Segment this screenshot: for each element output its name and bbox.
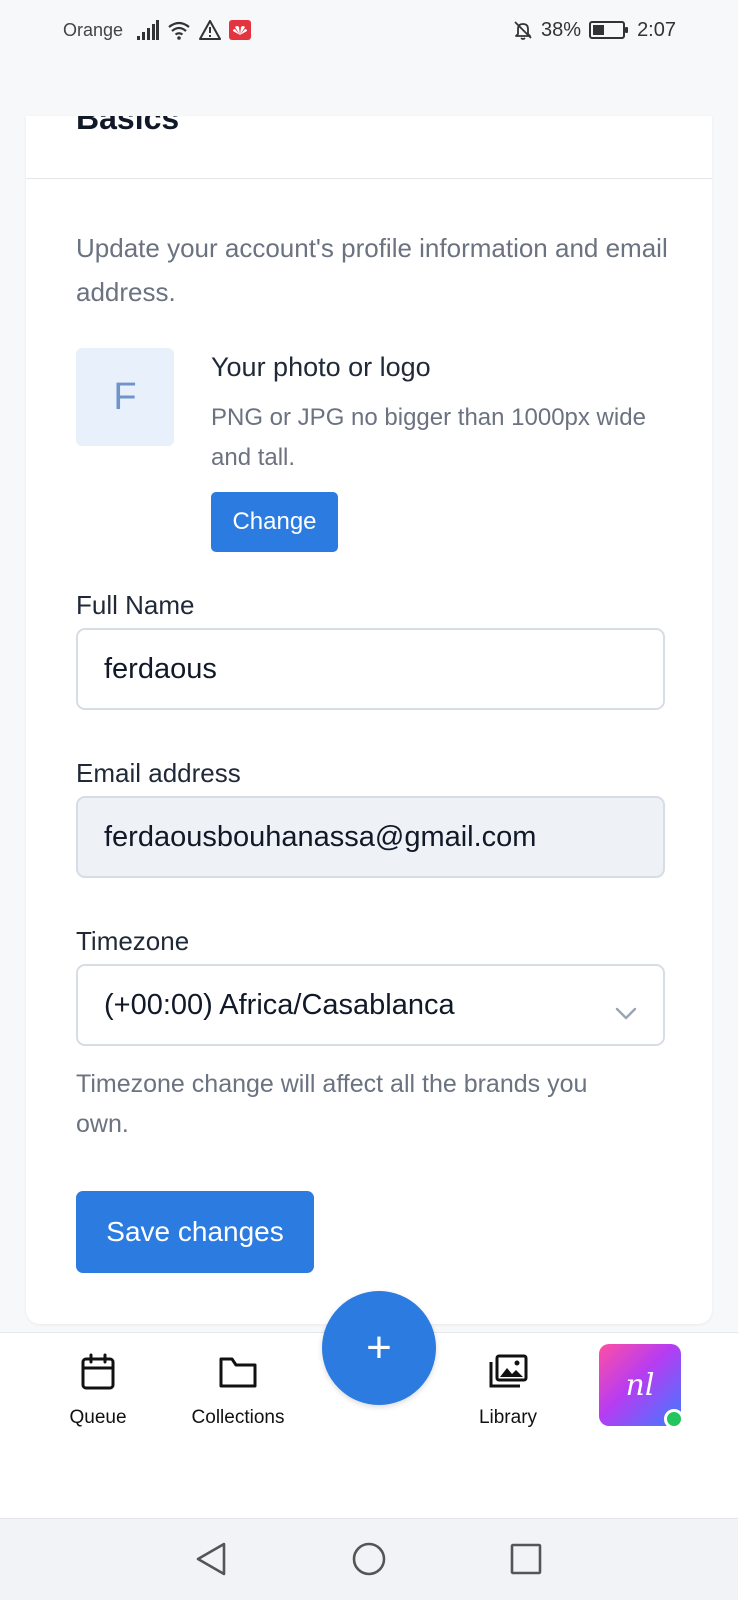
nav-library[interactable]: Library [438,1353,578,1429]
full-name-value: ferdaous [104,652,217,685]
system-nav-bar [0,1518,738,1600]
app-profile-avatar[interactable]: nl [599,1344,684,1429]
wifi-icon [167,20,191,40]
timezone-select[interactable]: (+00:00) Africa/Casablanca [76,964,665,1046]
timezone-label: Timezone [76,926,190,956]
section-description: Update your account's profile informatio… [76,233,668,307]
email-label: Email address [76,758,241,788]
calendar-icon [80,1353,116,1397]
nav-queue[interactable]: Queue [28,1353,168,1429]
change-photo-button[interactable]: Change [211,492,338,552]
back-icon[interactable] [194,1541,228,1582]
signal-icon [137,20,160,40]
email-field[interactable]: ferdaousbouhanassa@gmail.com [76,796,665,878]
nav-queue-label: Queue [69,1407,127,1428]
save-changes-button[interactable]: Save changes [76,1191,314,1273]
home-icon[interactable] [351,1541,387,1582]
huawei-icon [229,20,252,40]
add-post-button[interactable]: + [322,1291,436,1405]
warning-icon [199,20,222,40]
battery-icon [589,21,629,39]
mute-bell-icon [513,20,533,40]
battery-percent: 38% [541,18,582,41]
app-logo: nl [625,1367,655,1403]
status-bar: Orange 38% 2:07 [0,0,738,60]
profile-card: Basics Update your account's profile inf… [26,116,712,1324]
carrier-label: Orange [63,19,124,40]
nav-library-label: Library [478,1407,538,1428]
status-bar-right: 38% 2:07 [513,19,676,42]
divider [26,178,712,179]
nav-collections[interactable]: Collections [168,1353,308,1429]
avatar-letter: F [113,375,137,418]
folder-icon [218,1353,258,1397]
library-icon [487,1353,529,1397]
avatar: F [76,348,174,446]
plus-icon: + [366,1323,392,1372]
full-name-label: Full Name [76,590,195,620]
email-value: ferdaousbouhanassa@gmail.com [104,820,537,853]
section-title: Basics [76,116,180,136]
nav-collections-label: Collections [191,1407,285,1428]
status-bar-left: Orange [63,19,252,41]
full-name-field[interactable]: ferdaous [76,628,665,710]
clock: 2:07 [637,18,676,41]
chevron-down-icon [615,996,637,1029]
online-status-dot [664,1409,684,1429]
timezone-help-text: Timezone change will affect all the bran… [76,1070,588,1138]
photo-help-text: PNG or JPG no bigger than 1000px wide an… [211,404,646,471]
timezone-value: (+00:00) Africa/Casablanca [104,988,455,1021]
photo-title: Your photo or logo [211,352,431,382]
recents-icon[interactable] [509,1541,543,1582]
battery-fill [593,25,604,35]
